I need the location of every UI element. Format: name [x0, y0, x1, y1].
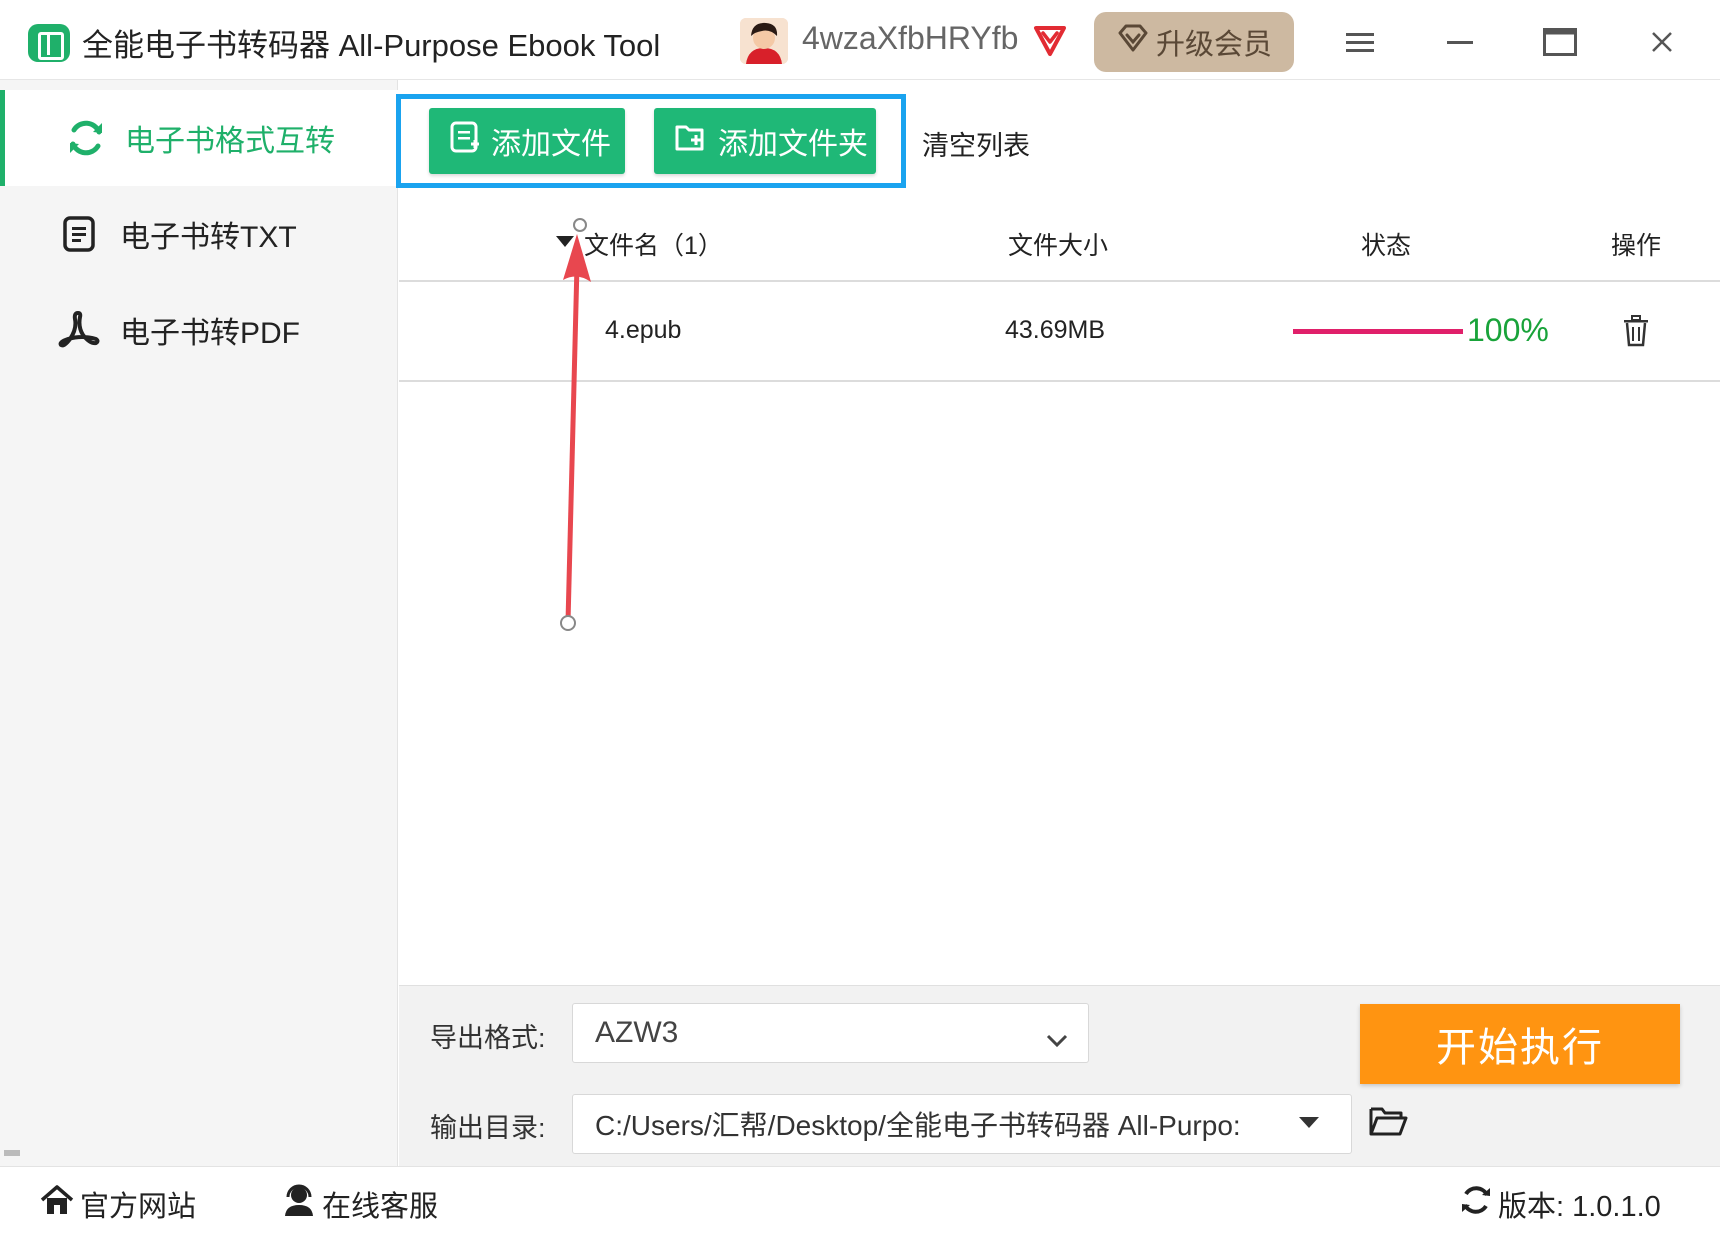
sort-down-icon[interactable]: [556, 236, 574, 247]
update-refresh-icon: [1460, 1184, 1492, 1224]
output-dir-label: 输出目录:: [430, 1113, 546, 1143]
username: 4wzaXfbHRYfb: [802, 20, 1019, 56]
open-folder-icon[interactable]: [1368, 1104, 1408, 1138]
trash-icon[interactable]: [1621, 314, 1651, 348]
clear-list-button[interactable]: 清空列表: [922, 124, 1030, 163]
menu-icon[interactable]: [1338, 20, 1382, 64]
online-support-link[interactable]: 在线客服: [282, 1183, 438, 1225]
table-row[interactable]: 4.epub 43.69MB 100%: [399, 284, 1720, 382]
chevron-down-icon: [1046, 1022, 1068, 1056]
export-format-value: AZW3: [595, 1016, 679, 1049]
column-header-filename[interactable]: 文件名（1）: [584, 226, 723, 262]
vip-badge-icon: [1030, 20, 1070, 60]
app-logo-icon: [28, 24, 70, 62]
progress-bar: [1293, 329, 1463, 334]
avatar[interactable]: [740, 18, 788, 64]
add-folder-label: 添加文件夹: [718, 128, 868, 161]
sidebar-item-label: 电子书转PDF: [120, 317, 300, 350]
txt-document-icon: [56, 211, 102, 257]
app-title: 全能电子书转码器 All-Purpose Ebook Tool: [82, 28, 661, 63]
sidebar-item-format-convert[interactable]: 电子书格式互转: [0, 90, 398, 186]
file-size-cell: 43.69MB: [1005, 316, 1106, 344]
sidebar-scrollbar[interactable]: [4, 1150, 20, 1156]
add-file-button[interactable]: 添加文件: [429, 108, 625, 174]
dropdown-arrow-icon: [1299, 1117, 1319, 1128]
progress-status: 100%: [1467, 312, 1549, 348]
file-table-header: 文件名（1） 文件大小 状态 操作: [399, 200, 1720, 282]
sidebar-item-label: 电子书转TXT: [120, 221, 297, 254]
sidebar: 电子书格式互转 电子书转TXT 电子书转PDF: [0, 80, 398, 1166]
minimize-icon[interactable]: [1438, 20, 1482, 64]
add-file-icon: [449, 120, 481, 162]
column-header-status: 状态: [1361, 232, 1412, 260]
online-support-label: 在线客服: [322, 1191, 439, 1223]
add-folder-icon: [674, 121, 708, 161]
official-website-label: 官方网站: [80, 1191, 197, 1223]
close-icon[interactable]: [1640, 20, 1684, 64]
column-header-action: 操作: [1611, 232, 1662, 260]
add-folder-button[interactable]: 添加文件夹: [654, 108, 876, 174]
title-bar: 全能电子书转码器 All-Purpose Ebook Tool 4wzaXfbH…: [0, 0, 1720, 80]
version-info[interactable]: 版本: 1.0.1.0: [1460, 1183, 1661, 1225]
customer-service-icon: [282, 1183, 316, 1225]
sidebar-item-pdf[interactable]: 电子书转PDF: [0, 282, 398, 378]
export-format-select[interactable]: AZW3: [572, 1003, 1089, 1063]
convert-refresh-icon: [63, 115, 109, 161]
maximize-icon[interactable]: [1538, 20, 1582, 64]
upgrade-vip-button[interactable]: 升级会员: [1094, 12, 1294, 72]
pdf-icon: [56, 307, 102, 353]
diamond-icon: [1116, 23, 1150, 61]
version-label: 版本: 1.0.1.0: [1498, 1191, 1661, 1223]
official-website-link[interactable]: 官方网站: [40, 1183, 196, 1225]
start-button[interactable]: 开始执行: [1360, 1004, 1680, 1084]
column-header-size: 文件大小: [1008, 232, 1109, 260]
footer-bar: 官方网站 在线客服 版本: 1.0.1.0: [0, 1166, 1720, 1234]
export-format-label: 导出格式:: [430, 1023, 546, 1053]
add-file-label: 添加文件: [491, 128, 611, 161]
file-name-cell: 4.epub: [605, 316, 682, 344]
output-dir-value: C:/Users/汇帮/Desktop/全能电子书转码器 All-Purpo:: [595, 1110, 1241, 1141]
sidebar-item-label: 电子书格式互转: [125, 125, 335, 158]
output-dir-select[interactable]: C:/Users/汇帮/Desktop/全能电子书转码器 All-Purpo:: [572, 1094, 1352, 1154]
upgrade-label: 升级会员: [1155, 29, 1272, 61]
sidebar-item-txt[interactable]: 电子书转TXT: [0, 186, 398, 282]
home-icon: [40, 1184, 74, 1224]
